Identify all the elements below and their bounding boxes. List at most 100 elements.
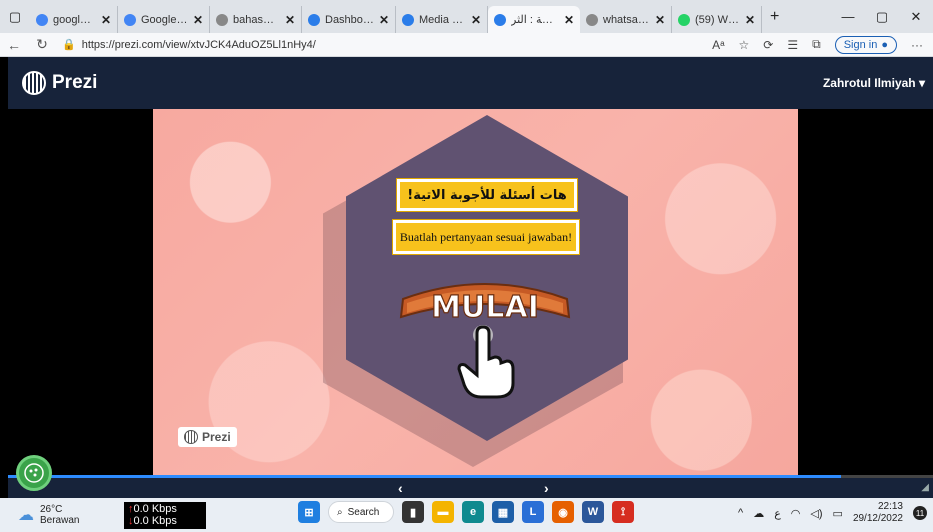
url-field[interactable]: 🔒 https://prezi.com/view/xtvJCK4AduOZ5Ll…	[62, 38, 712, 52]
chevron-down-icon: ▾	[918, 76, 925, 90]
accessibility-icon[interactable]	[16, 455, 52, 491]
user-menu[interactable]: Zahrotul Ilmiyah ▾	[823, 76, 925, 90]
prezi-header: Prezi Zahrotul Ilmiyah ▾	[8, 57, 933, 109]
slide: هات أسئلة للأجوبة الاتية! Buatlah pertan…	[153, 109, 798, 475]
arabic-instruction: هات أسئلة للأجوبة الاتية!	[396, 178, 578, 212]
new-tab-button[interactable]: +	[770, 8, 779, 26]
weather-text: Berawan	[40, 515, 80, 526]
close-tab-icon[interactable]: ✕	[193, 13, 203, 27]
browser-tab[interactable]: whatsapp ✕	[580, 6, 672, 33]
tab-title: (59) Whats	[695, 13, 740, 26]
task-view-icon[interactable]: ▮	[402, 501, 424, 523]
tab-favicon-icon	[678, 13, 690, 26]
l-app-icon[interactable]: L	[522, 501, 544, 523]
prezi-logo-text: Prezi	[52, 72, 98, 93]
close-tab-icon[interactable]: ✕	[285, 13, 295, 27]
tab-title: Google Terj	[141, 13, 188, 26]
tab-favicon-icon	[308, 13, 320, 26]
close-window-icon[interactable]: ✕	[899, 9, 933, 25]
mulai-label: MULAI	[431, 290, 539, 325]
refresh-icon[interactable]: ↻	[28, 36, 56, 53]
prezi-watermark-icon	[184, 430, 198, 444]
previous-slide-button[interactable]: ‹	[398, 480, 403, 496]
tab-favicon-icon	[586, 13, 598, 26]
system-tray: ^ ☁ ع ◠ ◁) ▭ 22:13 29/12/2022 11	[738, 501, 927, 525]
url-text: https://prezi.com/view/xtvJCK4AduOZ5Ll1n…	[81, 38, 316, 51]
browser-tab[interactable]: الساعة : الثر ✕	[488, 6, 580, 33]
battery-icon[interactable]: ▭	[833, 507, 843, 520]
favorite-star-icon[interactable]: ☆	[739, 38, 750, 52]
tab-title: Media Pem	[419, 13, 466, 26]
profile-icon: ●	[881, 38, 888, 51]
tab-favicon-icon	[124, 13, 136, 26]
upload-speed: 0.0 Kbps	[133, 503, 177, 515]
wifi-icon[interactable]: ◠	[791, 507, 801, 520]
volume-icon[interactable]: ◁)	[810, 507, 822, 520]
search-icon: ⌕	[337, 506, 343, 518]
language-icon[interactable]: ع	[774, 507, 781, 520]
temperature: 26°C	[40, 504, 63, 515]
notification-badge[interactable]: 11	[913, 506, 927, 520]
extensions-icon[interactable]: ⟳	[763, 38, 773, 52]
sign-in-label: Sign in	[843, 38, 878, 51]
word-icon[interactable]: W	[582, 501, 604, 523]
weather-widget[interactable]: ☁ 26°C Berawan	[18, 504, 118, 526]
sign-in-button[interactable]: Sign in ●	[834, 35, 897, 54]
firefox-icon[interactable]: ◉	[552, 501, 574, 523]
back-icon[interactable]: ←	[0, 37, 28, 53]
maximize-icon[interactable]: ▢	[865, 9, 899, 25]
collections-icon[interactable]: ⧉	[812, 37, 821, 52]
windows-start-icon[interactable]: ⊞	[298, 501, 320, 523]
browser-tab[interactable]: Media Pem ✕	[396, 6, 488, 33]
tab-favicon-icon	[216, 13, 228, 26]
tab-title: google tran	[53, 13, 96, 26]
browser-tab[interactable]: Google Terj ✕	[118, 6, 210, 33]
presentation-controls: ‹ › ◢	[8, 478, 933, 498]
minimize-icon[interactable]: —	[831, 9, 865, 25]
close-tab-icon[interactable]: ✕	[379, 13, 389, 27]
edge-browser-icon[interactable]: e	[462, 501, 484, 523]
prezi-watermark-text: Prezi	[202, 430, 231, 444]
tab-title: Dashboard	[325, 13, 374, 26]
read-aloud-icon[interactable]: Aᵃ	[712, 38, 724, 52]
store-icon[interactable]: ▦	[492, 501, 514, 523]
tab-title: bahasa aral	[233, 13, 280, 26]
presentation-stage: هات أسئلة للأجوبة الاتية! Buatlah pertan…	[8, 109, 933, 475]
close-tab-icon[interactable]: ✕	[471, 13, 481, 27]
close-tab-icon[interactable]: ✕	[655, 13, 665, 27]
more-menu-icon[interactable]: ···	[911, 38, 923, 52]
tab-favicon-icon	[36, 13, 48, 26]
close-tab-icon[interactable]: ✕	[101, 13, 111, 27]
next-slide-button[interactable]: ›	[544, 480, 549, 496]
close-tab-icon[interactable]: ✕	[564, 13, 574, 27]
indonesian-instruction: Buatlah pertanyaan sesuai jawaban!	[392, 219, 580, 255]
lock-icon: 🔒	[62, 39, 76, 51]
pointer-hand-icon	[457, 325, 515, 399]
pdf-reader-icon[interactable]: ⟟	[612, 501, 634, 523]
tab-title: الساعة : الثر	[511, 14, 559, 26]
close-tab-icon[interactable]: ✕	[745, 13, 755, 27]
windows-taskbar: ☁ 26°C Berawan ↑0.0 Kbps ↓0.0 Kbps ⊞ ⌕ S…	[0, 498, 933, 532]
taskbar-apps: ⊞ ⌕ Search ▮ ▬ e ▦ L ◉ W ⟟	[298, 501, 634, 523]
cloud-icon: ☁	[18, 507, 34, 524]
cloud-sync-icon[interactable]: ☁	[753, 507, 764, 520]
taskbar-search[interactable]: ⌕ Search	[328, 501, 394, 523]
user-name: Zahrotul Ilmiyah	[822, 76, 916, 90]
time: 22:13	[877, 501, 903, 512]
tab-actions-icon[interactable]: ▢	[0, 0, 30, 33]
prezi-watermark[interactable]: Prezi	[178, 427, 237, 447]
file-explorer-icon[interactable]: ▬	[432, 501, 454, 523]
search-label: Search	[347, 506, 380, 518]
clock[interactable]: 22:13 29/12/2022	[853, 501, 903, 525]
date: 29/12/2022	[852, 513, 903, 524]
chevron-up-icon[interactable]: ^	[738, 507, 743, 519]
browser-tab[interactable]: (59) Whats ✕	[672, 6, 762, 33]
address-bar: ← ↻ 🔒 https://prezi.com/view/xtvJCK4AduO…	[0, 33, 933, 57]
tab-favicon-icon	[494, 13, 506, 26]
browser-tab[interactable]: google tran ✕	[30, 6, 118, 33]
browser-tab[interactable]: Dashboard ✕	[302, 6, 396, 33]
prezi-logo[interactable]: Prezi	[22, 71, 97, 95]
favorites-list-icon[interactable]: ☰	[787, 38, 798, 52]
fullscreen-icon[interactable]: ◢	[921, 482, 929, 493]
browser-tab[interactable]: bahasa aral ✕	[210, 6, 302, 33]
